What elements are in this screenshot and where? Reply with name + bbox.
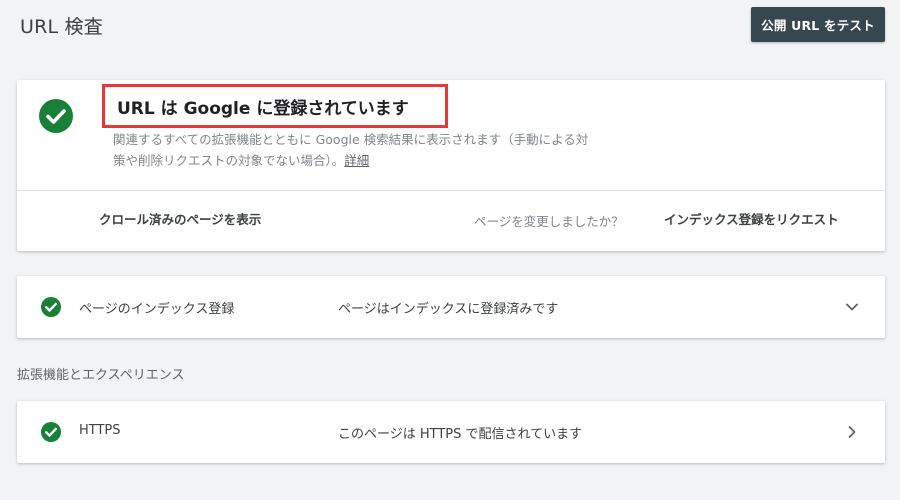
index-status-title: URL は Google に登録されています bbox=[102, 84, 448, 128]
card-divider bbox=[17, 190, 885, 191]
check-circle-icon bbox=[41, 297, 61, 317]
description-line-1: 関連するすべての拡張機能とともに Google 検索結果に表示されます（手動によ… bbox=[113, 132, 589, 147]
page-indexing-value: ページはインデックスに登録済みです bbox=[338, 302, 559, 317]
check-circle-icon bbox=[39, 99, 73, 133]
page-indexing-row[interactable]: ページのインデックス登録 ページはインデックスに登録済みです bbox=[17, 276, 885, 338]
view-crawled-page-button[interactable]: クロール済みのページを表示 bbox=[99, 209, 261, 228]
test-live-url-button[interactable]: 公開 URL をテスト bbox=[751, 7, 885, 42]
check-circle-icon bbox=[41, 422, 61, 442]
page-header: URL 検査 公開 URL をテスト bbox=[0, 0, 900, 52]
url-inspection-page: URL 検査 公開 URL をテスト URL は Google に登録されていま… bbox=[0, 0, 900, 500]
chevron-right-icon[interactable] bbox=[842, 422, 862, 442]
index-status-card: URL は Google に登録されています 関連するすべての拡張機能とともに … bbox=[17, 80, 885, 251]
enhancements-heading: 拡張機能とエクスペリエンス bbox=[17, 368, 185, 383]
https-value: このページは HTTPS で配信されています bbox=[338, 427, 583, 442]
https-row[interactable]: HTTPS このページは HTTPS で配信されています bbox=[17, 401, 885, 463]
request-indexing-button[interactable]: インデックス登録をリクエスト bbox=[664, 209, 839, 228]
page-changed-question: ページを変更しましたか？ bbox=[474, 214, 624, 229]
chevron-down-icon[interactable] bbox=[842, 297, 862, 317]
https-label: HTTPS bbox=[79, 423, 121, 438]
description-line-2: 策や削除リクエストの対象でない場合）。 bbox=[113, 153, 345, 168]
page-indexing-label: ページのインデックス登録 bbox=[79, 302, 235, 317]
index-status-description: 関連するすべての拡張機能とともに Google 検索結果に表示されます（手動によ… bbox=[113, 129, 673, 171]
page-title: URL 検査 bbox=[20, 16, 103, 38]
details-link[interactable]: 詳細 bbox=[344, 153, 369, 168]
index-status-title-text: URL は Google に登録されています bbox=[117, 98, 409, 119]
